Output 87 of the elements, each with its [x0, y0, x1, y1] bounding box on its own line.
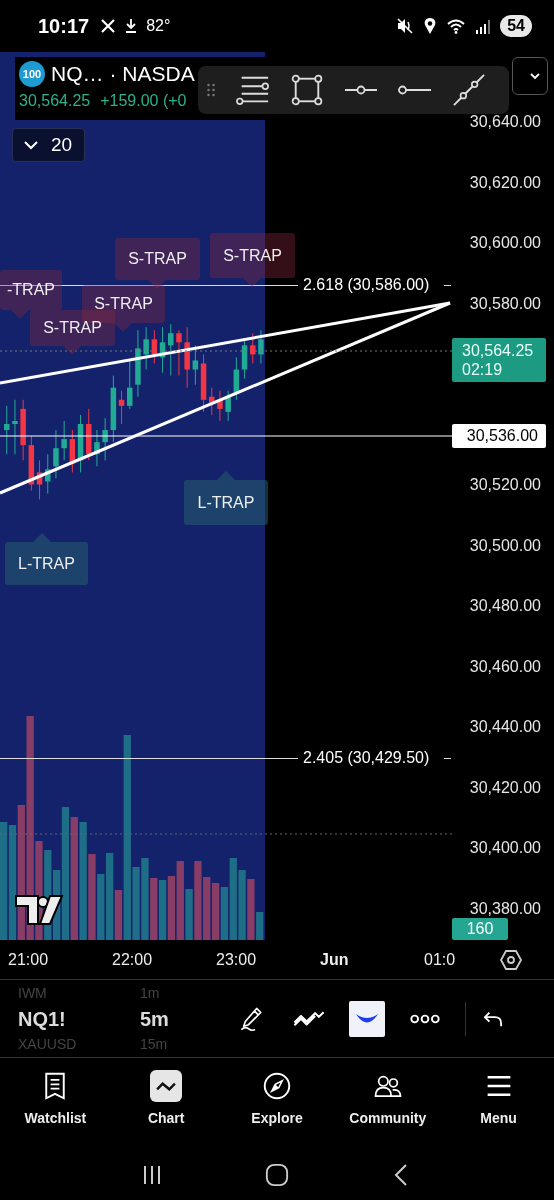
candle — [102, 417, 108, 461]
candle — [258, 329, 264, 364]
candle — [143, 326, 149, 371]
rectangle-tool-icon[interactable] — [290, 74, 324, 106]
chart-icon — [156, 1081, 177, 1091]
countdown-timer: 02:19 — [462, 360, 504, 379]
time-axis-label: 01:0 — [424, 950, 457, 969]
price-axis-label: 30,520.00 — [469, 476, 541, 494]
price-axis-label: 30,460.00 — [469, 657, 541, 676]
fib-level-label: 2.405 (30,429.50) — [303, 748, 430, 768]
lines-tool-icon[interactable] — [236, 74, 270, 106]
symbol-badge: 100 — [19, 61, 45, 87]
time-axis-label: 21:00 — [8, 950, 50, 969]
chevron-icon — [529, 72, 541, 80]
candle — [86, 408, 92, 461]
volume-bar — [158, 880, 167, 940]
undo-icon[interactable] — [482, 1009, 504, 1028]
price-line-badge: 30,536.00 — [452, 424, 546, 448]
time-axis-label: 22:00 — [112, 950, 154, 969]
trap-label: S-TRAP — [30, 310, 115, 355]
temperature: 82° — [146, 17, 171, 35]
magnet-tool-button[interactable] — [349, 1000, 385, 1037]
price-axis-label: 30,440.00 — [469, 718, 541, 736]
trap-label: L-TRAP — [5, 533, 88, 585]
exchange-name: · NASDA — [109, 62, 195, 86]
candle — [225, 390, 231, 422]
battery-indicator: 54 — [500, 15, 532, 37]
trap-label: S-TRAP — [115, 238, 200, 289]
candle — [176, 329, 182, 377]
nav-tab[interactable]: Chart — [110, 1058, 222, 1150]
candle — [12, 399, 18, 455]
candle — [135, 329, 141, 398]
zigzag-icon — [293, 1010, 325, 1027]
price-change: +159.00 (+0 — [100, 92, 187, 110]
candle — [94, 429, 100, 467]
chevron-icon — [23, 140, 39, 150]
price-axis-label: 30,380.00 — [469, 899, 541, 918]
price-axis-label: 30,580.00 — [469, 294, 541, 313]
price-axis-label: 30,620.00 — [469, 173, 541, 192]
nav-tab[interactable]: Watchlist — [0, 1058, 111, 1150]
volume-bar — [211, 883, 220, 940]
price-axis-label: 30,640.00 — [469, 113, 541, 131]
price-axis-label: 30,400.00 — [469, 839, 541, 857]
last-price: 30,564.25 — [19, 92, 91, 110]
candle — [217, 390, 223, 422]
home-icon[interactable] — [265, 1163, 289, 1187]
price-axis-label: 30,500.00 — [469, 536, 541, 555]
nav-tab[interactable]: Menu — [443, 1058, 554, 1150]
candle — [53, 429, 59, 479]
nav-tab[interactable]: Explore — [221, 1058, 333, 1150]
candle — [250, 332, 256, 364]
time-axis-label: 23:00 — [216, 950, 258, 969]
candle — [127, 360, 133, 410]
candle — [61, 420, 67, 461]
interval-option[interactable]: 5m — [140, 1001, 169, 1036]
compass-icon — [263, 1072, 291, 1100]
candle — [184, 326, 190, 389]
symbol-option[interactable]: NQ1! — [18, 1001, 140, 1036]
logo-icon — [15, 895, 64, 925]
price-axis-label: 30,480.00 — [469, 597, 541, 615]
bars-dropdown[interactable]: 20 — [12, 128, 85, 162]
clock-time: 10:17 — [38, 14, 90, 38]
drag-handle-icon[interactable] — [206, 81, 216, 99]
x-logo-icon — [100, 18, 117, 34]
dropdown-box[interactable] — [512, 57, 548, 95]
fib-level-line — [444, 285, 451, 286]
volume-bar — [167, 876, 176, 940]
trap-label: S-TRAP — [210, 233, 295, 287]
candle — [20, 399, 26, 461]
trap-label: L-TRAP — [184, 471, 268, 525]
fib-level-line — [444, 758, 451, 759]
time-axis-label: Jun — [320, 950, 350, 969]
mute-icon — [396, 17, 415, 35]
trend-line-icon[interactable] — [452, 74, 486, 106]
trap-label: -TRAP — [0, 270, 62, 319]
symbol-name[interactable]: NQ… — [51, 62, 104, 86]
price-axis-label: 30,600.00 — [469, 234, 541, 252]
price-axis-label: 30,420.00 — [469, 778, 541, 797]
more-icon — [410, 1013, 440, 1024]
nav-tab[interactable]: Community — [332, 1058, 444, 1150]
price-value: 30,564.25 — [462, 341, 535, 360]
fib-level-label: 2.618 (30,586.00) — [303, 275, 430, 295]
candle — [168, 323, 174, 377]
settings-icon[interactable] — [499, 947, 523, 972]
volume-badge: 160 — [452, 918, 508, 940]
candle — [209, 387, 215, 416]
candle — [4, 405, 10, 455]
